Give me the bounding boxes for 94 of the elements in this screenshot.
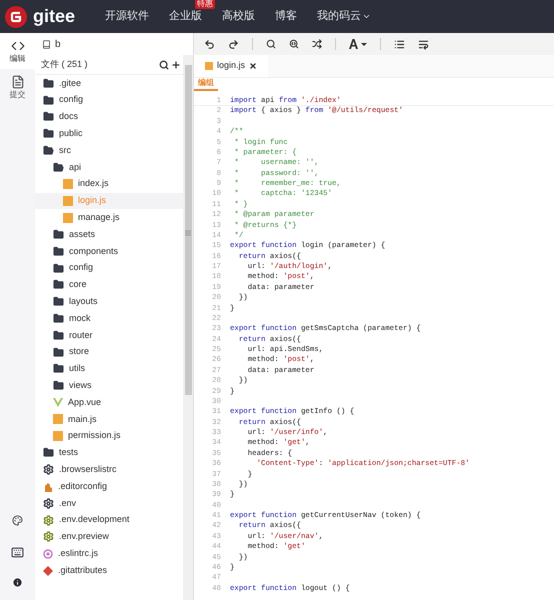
tree-item[interactable]: mock [35,310,183,327]
keyboard-icon[interactable] [11,546,24,559]
tree-item[interactable]: App.vue [35,394,183,411]
repo-name: b [55,38,61,52]
badge: 特惠 [195,0,216,10]
tree-item[interactable]: docs [35,108,183,126]
tree-item[interactable]: .gitattributes [35,562,183,579]
list-icon[interactable] [394,38,405,50]
tree-item[interactable]: views [35,377,183,394]
caret-icon[interactable] [362,12,372,21]
scrollbar-track[interactable] [183,55,193,600]
tree-item[interactable]: .env.preview [35,528,183,546]
js-file-icon [205,62,213,70]
tree-item[interactable]: config [35,92,183,109]
folder-icon [53,346,64,358]
open-folder-icon [43,145,54,156]
js-file-icon [63,179,73,190]
gear-icon [43,531,54,542]
code-icon [10,39,24,53]
tree-item[interactable]: .env.development [35,512,183,529]
tree-item[interactable]: components [35,242,183,260]
tree-item[interactable]: main.js [35,410,183,428]
undo-icon[interactable] [204,38,215,50]
nav-link[interactable]: 企业版 [169,8,202,25]
tree-item[interactable]: assets [35,226,183,243]
scrollbar-thumb[interactable] [184,65,192,395]
folder-icon [53,279,64,290]
open-folder-icon [53,162,64,173]
nav-link[interactable]: 高校版 [222,8,256,25]
grip-icon[interactable] [185,230,191,236]
tree-item[interactable]: api [35,158,183,176]
gear-icon [43,514,54,526]
tree-item[interactable]: permission.js [35,428,183,445]
palette-icon[interactable] [12,515,23,526]
mode-label: 编组 [194,77,218,91]
replace-icon[interactable] [289,39,299,49]
tree-item[interactable]: public [35,125,183,142]
tree-item[interactable]: .env [35,494,183,512]
ring-file-icon [43,548,53,559]
tree-item[interactable]: store [35,344,183,361]
folder-icon [53,246,64,257]
nav-link[interactable]: 我的码云 [317,8,362,25]
font-size-icon[interactable] [349,39,367,49]
tree-item[interactable]: .editorconfig [35,478,183,495]
tree-item[interactable]: config [35,260,183,277]
folder-icon [53,313,64,324]
document-icon [10,75,24,89]
js-file-icon [53,431,63,442]
diamond-file-icon [43,566,53,576]
tree-item[interactable]: core [35,276,183,294]
info-icon[interactable] [12,577,23,588]
nav-link[interactable]: 开源软件 [105,8,150,25]
folder-icon [53,262,64,274]
folder-icon [43,128,54,140]
rail-tab[interactable]: 提交 [0,69,35,105]
files-count-label: 文件 ( 251 ) [41,58,88,71]
plus-icon[interactable] [171,60,181,70]
folder-icon [43,78,54,89]
tree-item[interactable]: tests [35,444,183,462]
folder-icon [53,363,64,374]
tree-item[interactable]: .gitee [35,75,183,92]
tree-item[interactable]: .eslintrc.js [35,545,183,562]
search-icon[interactable] [266,39,276,49]
tree-item[interactable]: utils [35,360,183,378]
js-file-icon [53,414,63,424]
logo-text: gitee [33,5,76,28]
folder-icon [53,296,64,308]
search-icon[interactable] [159,60,169,70]
folder-icon [53,380,64,392]
tree-item[interactable]: manage.js [35,209,183,226]
redo-icon[interactable] [228,38,239,50]
tree-item[interactable]: src [35,142,183,159]
folder-icon [53,330,64,341]
repo-icon [42,40,51,48]
file-tab[interactable]: login.js [194,55,268,77]
folder-icon [43,447,54,458]
js-file-icon [63,196,73,206]
folder-icon [43,111,54,122]
folder-icon [43,94,54,106]
tree-item[interactable]: layouts [35,293,183,310]
folder-icon [53,229,64,240]
tree-item[interactable]: .browserslistrc [35,461,183,478]
tree-item[interactable]: index.js [35,176,183,193]
rail-tab[interactable]: 编辑 [0,33,35,69]
logo-icon [5,6,27,28]
js-file-icon [63,212,73,223]
nav-link[interactable]: 博客 [275,8,298,25]
close-icon[interactable] [249,62,258,70]
wrap-icon[interactable] [418,38,429,50]
gear-icon [43,464,54,476]
shuffle-icon[interactable] [312,39,322,49]
gear-icon [43,498,54,509]
tree-item[interactable]: router [35,326,183,344]
vue-file-icon [53,398,63,408]
